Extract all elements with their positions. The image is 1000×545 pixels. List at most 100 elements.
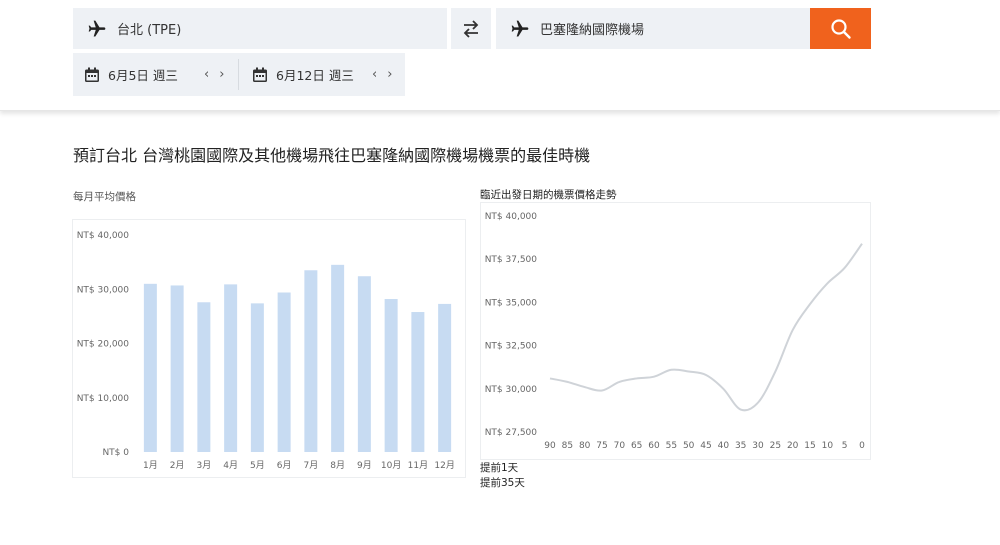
data-point[interactable] bbox=[755, 400, 761, 406]
price-trend-chart: NT$ 27,500 NT$ 30,000 NT$ 32,500 NT$ 35,000… bbox=[480, 202, 871, 460]
bar[interactable] bbox=[224, 284, 238, 452]
depart-date-value: 6月5日 週三 bbox=[108, 68, 178, 83]
x-tick-label: 3月 bbox=[197, 460, 212, 471]
x-tick-label: 40 bbox=[718, 441, 730, 451]
x-tick-label: 70 bbox=[614, 441, 626, 451]
x-tick-label: 30 bbox=[752, 441, 764, 451]
x-tick-label: 1月 bbox=[143, 460, 158, 471]
search-panel: 台北 (TPE) 巴塞隆納國際機場 6月5日 週三 ‹ › 6月12日 週三 ‹… bbox=[0, 0, 1000, 111]
data-point[interactable] bbox=[790, 327, 796, 333]
origin-value: 台北 (TPE) bbox=[117, 23, 182, 38]
x-tick-label: 75 bbox=[596, 441, 607, 451]
data-point[interactable] bbox=[859, 241, 865, 247]
x-tick-label: 35 bbox=[735, 441, 746, 451]
plane-icon bbox=[511, 20, 529, 36]
data-point[interactable] bbox=[703, 372, 709, 378]
data-point[interactable] bbox=[582, 384, 588, 390]
return-prev-button[interactable]: ‹ bbox=[372, 67, 377, 82]
y-tick-label: NT$ 40,000 bbox=[77, 231, 130, 241]
page-headline: 預訂台北 台灣桃園國際及其他機場飛往巴塞隆納國際機場機票的最佳時機 bbox=[73, 146, 591, 165]
depart-date-field[interactable]: 6月5日 週三 ‹ › bbox=[84, 53, 234, 96]
swap-arrows-icon bbox=[463, 19, 479, 38]
x-tick-label: 90 bbox=[544, 441, 556, 451]
x-tick-label: 65 bbox=[631, 441, 642, 451]
destination-field[interactable]: 巴塞隆納國際機場 bbox=[496, 8, 810, 49]
x-tick-label: 8月 bbox=[330, 460, 345, 471]
bar[interactable] bbox=[170, 285, 184, 452]
data-point[interactable] bbox=[651, 374, 657, 380]
depart-next-button[interactable]: › bbox=[219, 67, 224, 82]
y-tick-label: NT$ 40,000 bbox=[485, 212, 538, 222]
bar[interactable] bbox=[277, 292, 291, 452]
bar[interactable] bbox=[143, 283, 157, 452]
swap-button[interactable] bbox=[451, 8, 491, 49]
data-point[interactable] bbox=[564, 379, 570, 385]
data-point[interactable] bbox=[668, 367, 674, 373]
x-tick-label: 0 bbox=[859, 441, 865, 451]
y-tick-label: NT$ 0 bbox=[102, 448, 129, 458]
monthly-chart-title: 每月平均價格 bbox=[73, 191, 136, 203]
calendar-icon bbox=[85, 67, 99, 82]
origin-field[interactable]: 台北 (TPE) bbox=[73, 8, 447, 49]
trend-chart-title: 臨近出發日期的機票價格走勢 bbox=[480, 189, 617, 201]
depart-prev-button[interactable]: ‹ bbox=[204, 67, 209, 82]
x-tick-label: 45 bbox=[700, 441, 711, 451]
data-point[interactable] bbox=[738, 407, 744, 413]
bar[interactable] bbox=[411, 312, 425, 452]
bar[interactable] bbox=[331, 264, 345, 452]
bar[interactable] bbox=[304, 270, 318, 452]
data-point[interactable] bbox=[807, 301, 813, 307]
x-tick-label: 11月 bbox=[408, 460, 428, 471]
return-date-field[interactable]: 6月12日 週三 ‹ › bbox=[252, 53, 402, 96]
x-tick-label: 6月 bbox=[277, 460, 292, 471]
calendar-icon bbox=[253, 67, 267, 82]
x-tick-label: 25 bbox=[770, 441, 781, 451]
bar[interactable] bbox=[197, 302, 211, 452]
x-tick-label: 15 bbox=[804, 441, 815, 451]
data-point[interactable] bbox=[599, 388, 605, 394]
x-tick-label: 9月 bbox=[357, 460, 372, 471]
x-tick-label: 12月 bbox=[434, 460, 454, 471]
x-tick-label: 5月 bbox=[250, 460, 265, 471]
x-tick-label: 10月 bbox=[381, 460, 401, 471]
bar[interactable] bbox=[438, 303, 452, 452]
return-next-button[interactable]: › bbox=[387, 67, 392, 82]
data-point[interactable] bbox=[616, 379, 622, 385]
x-tick-label: 10 bbox=[822, 441, 834, 451]
monthly-price-chart-svg: NT$ 0 NT$ 10,000 NT$ 20,000 NT$ 30,000 NT$ 4… bbox=[77, 231, 455, 471]
monthly-price-chart: NT$ 0 NT$ 10,000 NT$ 20,000 NT$ 30,000 NT$ 4… bbox=[72, 219, 466, 478]
y-tick-label: NT$ 35,000 bbox=[485, 298, 538, 308]
return-date-value: 6月12日 週三 bbox=[276, 68, 354, 83]
data-point[interactable] bbox=[772, 369, 778, 375]
x-tick-label: 2月 bbox=[170, 460, 185, 471]
date-fields: 6月5日 週三 ‹ › 6月12日 週三 ‹ › bbox=[73, 53, 405, 96]
y-tick-label: NT$ 32,500 bbox=[485, 342, 538, 352]
data-point[interactable] bbox=[634, 375, 640, 381]
y-tick-label: NT$ 37,500 bbox=[485, 255, 538, 265]
data-point[interactable] bbox=[686, 369, 692, 375]
x-tick-label: 20 bbox=[787, 441, 799, 451]
y-tick-label: NT$ 20,000 bbox=[77, 340, 130, 350]
x-tick-label: 60 bbox=[648, 441, 660, 451]
data-point[interactable] bbox=[547, 375, 553, 381]
y-tick-label: NT$ 10,000 bbox=[77, 394, 130, 404]
x-tick-label: 80 bbox=[579, 441, 591, 451]
x-tick-label: 55 bbox=[666, 441, 677, 451]
search-icon bbox=[830, 18, 851, 39]
bar[interactable] bbox=[384, 299, 398, 452]
bar[interactable] bbox=[250, 303, 264, 452]
data-point[interactable] bbox=[720, 386, 726, 392]
x-tick-label: 5 bbox=[842, 441, 848, 451]
y-tick-label: NT$ 27,500 bbox=[485, 428, 538, 438]
search-button[interactable] bbox=[810, 8, 871, 49]
y-tick-label: NT$ 30,000 bbox=[485, 385, 538, 395]
destination-value: 巴塞隆納國際機場 bbox=[540, 23, 645, 38]
y-tick-label: NT$ 30,000 bbox=[77, 285, 130, 295]
x-tick-label: 4月 bbox=[223, 460, 238, 471]
data-point[interactable] bbox=[842, 265, 848, 271]
price-trend-line bbox=[549, 243, 863, 412]
x-tick-label: 7月 bbox=[304, 460, 319, 471]
note-one-day: 提前1天 bbox=[480, 462, 519, 474]
bar[interactable] bbox=[357, 276, 371, 452]
data-point[interactable] bbox=[824, 280, 830, 286]
